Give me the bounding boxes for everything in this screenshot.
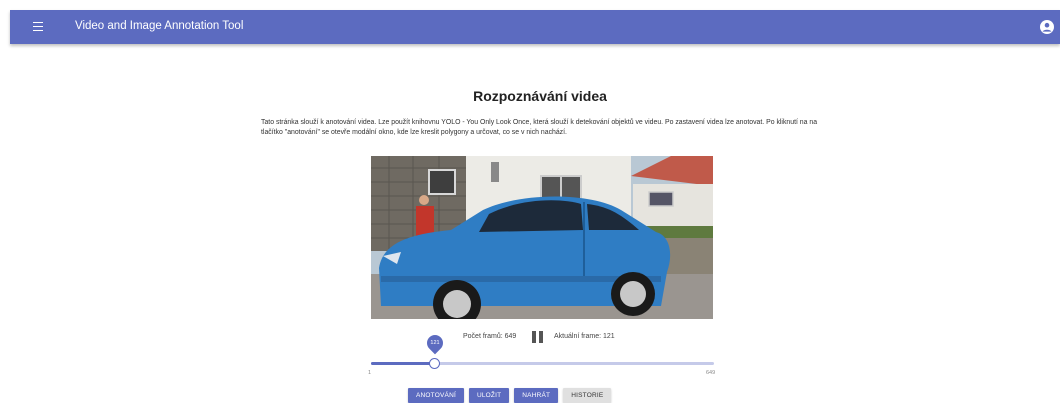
account-circle-icon[interactable] <box>1040 20 1054 34</box>
slider-max-label: 649 <box>706 370 716 376</box>
pause-icon[interactable] <box>532 331 544 343</box>
frame-slider[interactable]: 121 <box>371 331 714 369</box>
page-title: Rozpoznávání videa <box>473 88 607 104</box>
annotate-button[interactable]: ANOTOVÁNÍ <box>408 388 464 403</box>
history-button[interactable]: HISTORIE <box>563 388 612 403</box>
upload-button[interactable]: NAHRÁT <box>514 388 559 403</box>
page: Video and Image Annotation Tool Rozpozná… <box>0 0 1060 403</box>
video-frame[interactable] <box>371 156 713 319</box>
action-buttons: ANOTOVÁNÍ ULOŽIT NAHRÁT HISTORIE <box>408 388 612 403</box>
frame-count: Počet framů: 649 <box>463 333 517 340</box>
menu-icon[interactable] <box>30 19 46 35</box>
page-description: Tato stránka slouží k anotování videa. L… <box>261 119 818 136</box>
app-title: Video and Image Annotation Tool <box>75 20 244 32</box>
slider-value-label: 121 <box>423 331 446 355</box>
save-button[interactable]: ULOŽIT <box>468 388 510 403</box>
slider-min-label: 1 <box>368 370 372 376</box>
slider-thumb[interactable] <box>429 358 441 369</box>
current-frame: Aktuální frame: 121 <box>554 333 615 340</box>
slider-track <box>371 362 435 365</box>
app-bar: Video and Image Annotation Tool <box>10 10 1060 44</box>
